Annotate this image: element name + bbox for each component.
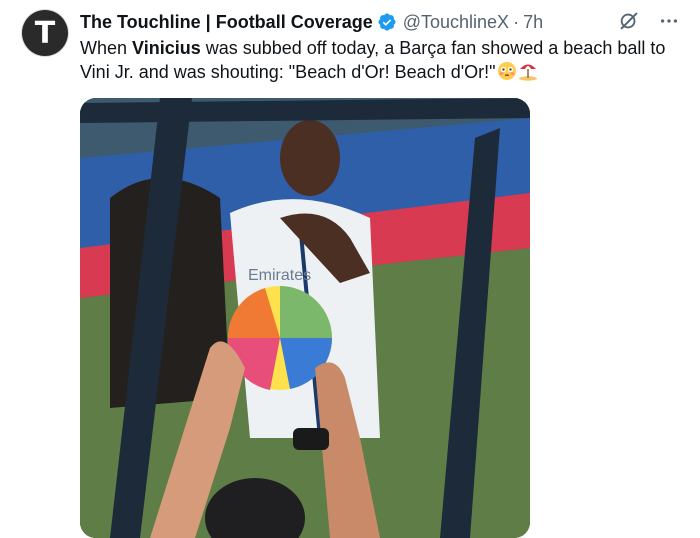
more-icon[interactable] — [658, 10, 680, 32]
post-header: The Touchline | Football Coverage @Touch… — [80, 10, 680, 34]
verified-badge-icon — [377, 12, 397, 32]
grok-icon[interactable] — [618, 10, 640, 32]
flushed-face-emoji — [497, 61, 517, 81]
post-actions — [618, 10, 680, 32]
post-text-part: When — [80, 38, 133, 58]
shirt-sponsor: Emirates — [248, 267, 311, 284]
separator-dot: · — [513, 11, 520, 32]
handle[interactable]: @TouchlineX — [403, 12, 509, 33]
post-text-bold[interactable]: Vinicius — [132, 38, 201, 58]
timestamp[interactable]: 7h — [523, 12, 543, 33]
post-text: When Vinicius was subbed off today, a Ba… — [80, 36, 680, 84]
avatar-logo: T — [34, 15, 56, 51]
post-video[interactable]: Emirates — [80, 98, 530, 538]
beach-umbrella-emoji — [518, 61, 538, 81]
avatar[interactable]: T — [22, 10, 68, 56]
video-frame-image: Emirates — [80, 98, 530, 538]
display-name[interactable]: The Touchline | Football Coverage — [80, 12, 373, 33]
